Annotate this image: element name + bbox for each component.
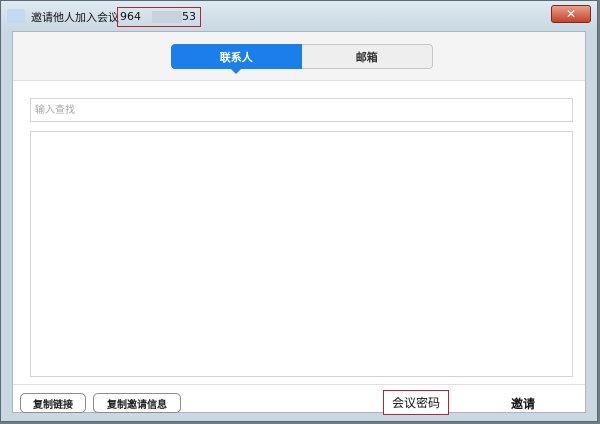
tab-switcher: 联系人 邮箱: [171, 44, 433, 74]
app-icon: [7, 9, 25, 23]
window-title: 邀请他人加入会议: [31, 11, 119, 24]
copy-link-button[interactable]: 复制链接: [20, 393, 86, 413]
meeting-password-button[interactable]: 会议密码: [383, 390, 449, 415]
tab-email[interactable]: 邮箱: [301, 44, 433, 69]
search-input[interactable]: [30, 98, 573, 122]
meeting-id: 964 53: [117, 7, 201, 27]
footer-bar: 复制链接 复制邀请信息 会议密码 邀请: [13, 384, 585, 415]
copy-invite-info-button[interactable]: 复制邀请信息: [93, 393, 181, 413]
contact-list[interactable]: [30, 131, 573, 377]
tab-contacts[interactable]: 联系人: [171, 44, 302, 74]
invite-button[interactable]: 邀请: [497, 393, 549, 413]
close-icon: ✕: [565, 7, 577, 21]
dialog-content: 联系人 邮箱 复制链接 复制邀请信息 会议密码 邀请: [12, 31, 586, 415]
invite-dialog: 邀请他人加入会议 964 53 ✕ 联系人 邮箱 复制链接 复制邀请信息 会议密…: [0, 0, 598, 422]
close-button[interactable]: ✕: [551, 5, 591, 23]
title-bar[interactable]: 邀请他人加入会议 964 53 ✕: [1, 1, 597, 31]
meeting-id-end: 53: [182, 10, 196, 23]
tab-header: 联系人 邮箱: [13, 32, 585, 81]
meeting-id-start: 964: [120, 10, 141, 23]
meeting-id-redaction: [152, 11, 182, 23]
